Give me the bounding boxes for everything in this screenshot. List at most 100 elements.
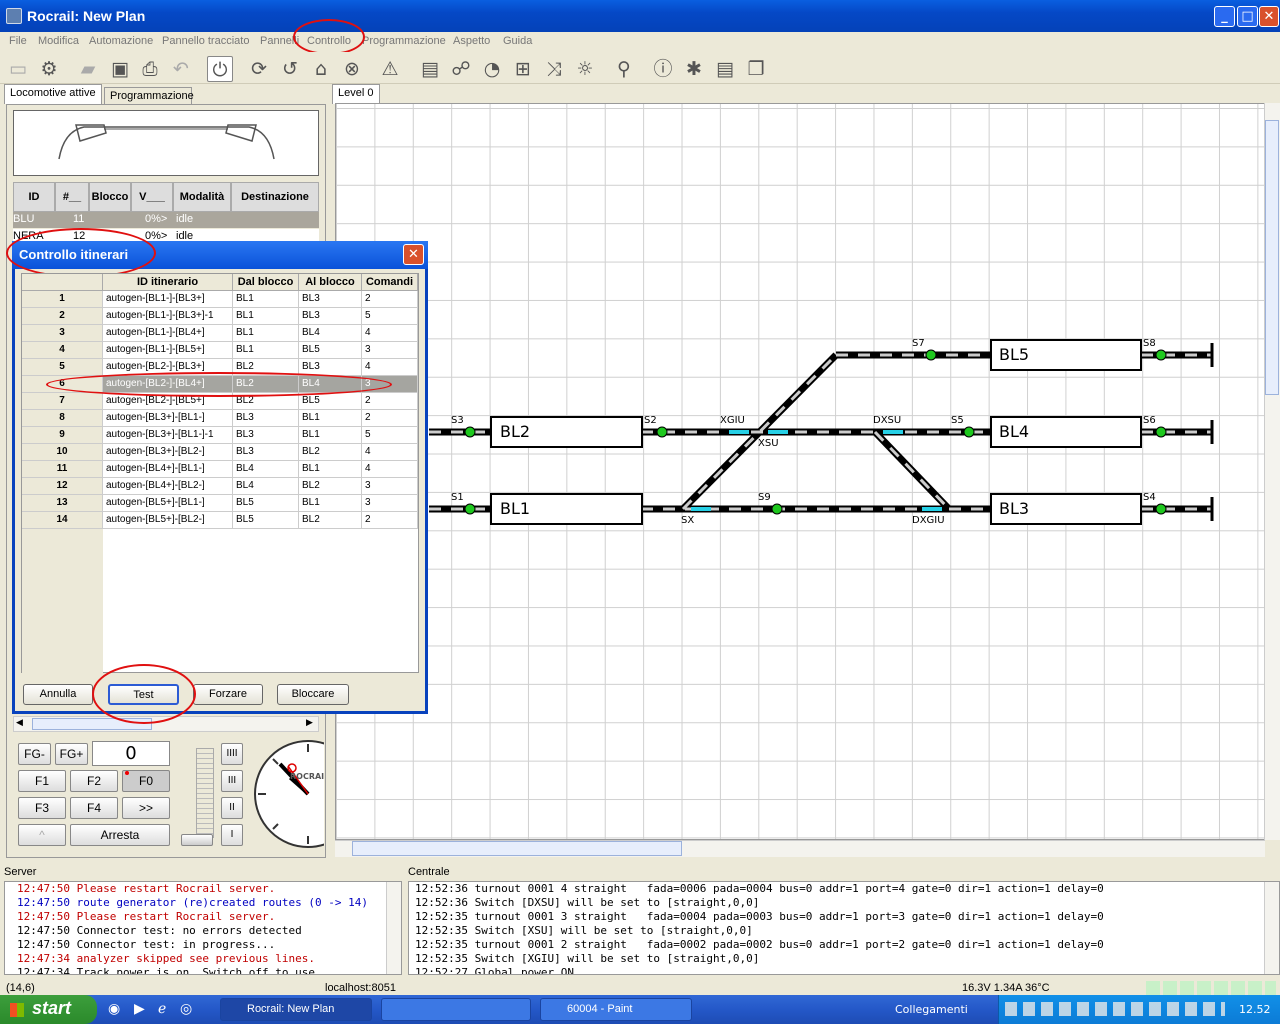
route-row[interactable]: 4 autogen-[BL1-]-[BL5+] BL1 BL5 3: [22, 342, 418, 359]
fg-minus-button[interactable]: FG-: [18, 743, 51, 765]
tray-icons[interactable]: [1005, 1002, 1225, 1016]
menu-pannello-tracciato[interactable]: Pannello tracciato: [162, 35, 249, 47]
route-row[interactable]: 2 autogen-[BL1-]-[BL3+]-1 BL1 BL3 5: [22, 308, 418, 325]
handle-icon[interactable]: ☍: [448, 56, 474, 82]
col-velocita[interactable]: V___: [131, 182, 173, 212]
signal-s4[interactable]: S4: [1143, 492, 1156, 503]
col-from-block[interactable]: Dal blocco: [233, 274, 299, 291]
signal-s1[interactable]: S1: [451, 492, 464, 503]
canvas-vscroll-thumb[interactable]: [1265, 120, 1279, 395]
f1-button[interactable]: F1: [18, 770, 66, 792]
zoom-icon[interactable]: ⚲: [611, 56, 637, 82]
route-row[interactable]: 9 autogen-[BL3+]-[BL1-]-1 BL3 BL1 5: [22, 427, 418, 444]
maximize-button[interactable]: □: [1237, 6, 1258, 27]
settings-icon[interactable]: ⚙: [36, 56, 62, 82]
block-bl1[interactable]: BL1: [500, 499, 530, 518]
signal-s6[interactable]: S6: [1143, 415, 1156, 426]
col-modalita[interactable]: Modalità: [173, 182, 231, 212]
f2-button[interactable]: F2: [70, 770, 118, 792]
col-blocco[interactable]: Blocco: [89, 182, 131, 212]
pages-icon[interactable]: ❐: [743, 56, 769, 82]
sync-icon[interactable]: ⟳: [246, 56, 272, 82]
track-plan-canvas[interactable]: BL2 BL1 BL5 BL4 BL3 S3 S2 S1 S7 S8 S5 S6…: [335, 103, 1265, 840]
central-log-scrollbar[interactable]: [1264, 882, 1279, 974]
close-button[interactable]: ✕: [1259, 6, 1279, 27]
speed-slider-thumb[interactable]: [181, 834, 213, 846]
start-button[interactable]: start: [0, 995, 97, 1024]
home-icon[interactable]: ⌂: [308, 56, 334, 82]
menu-file[interactable]: File: [9, 35, 27, 47]
bug-icon[interactable]: ✱: [681, 56, 707, 82]
route-row[interactable]: 8 autogen-[BL3+]-[BL1-] BL3 BL1 2: [22, 410, 418, 427]
block-bl4[interactable]: BL4: [999, 422, 1029, 441]
document-icon[interactable]: ▤: [712, 56, 738, 82]
route-row[interactable]: 12 autogen-[BL4+]-[BL2-] BL4 BL2 3: [22, 478, 418, 495]
switch-sx[interactable]: SX: [681, 515, 694, 526]
col-route-id[interactable]: ID itinerario: [103, 274, 233, 291]
route-row[interactable]: 13 autogen-[BL5+]-[BL1-] BL5 BL1 3: [22, 495, 418, 512]
menu-programmazione[interactable]: Programmazione: [362, 35, 446, 47]
col-id[interactable]: ID: [13, 182, 55, 212]
menu-modifica[interactable]: Modifica: [38, 35, 79, 47]
menu-aspetto[interactable]: Aspetto: [453, 35, 490, 47]
media-quicklaunch-icon[interactable]: ▶: [134, 1001, 145, 1017]
layout-icon[interactable]: ⊞: [510, 56, 536, 82]
shuffle-icon[interactable]: ⤨: [541, 56, 567, 82]
tab-locomotive-attive[interactable]: Locomotive attive: [4, 84, 102, 104]
rotate-icon[interactable]: ↺: [277, 56, 303, 82]
col-destinazione[interactable]: Destinazione: [231, 182, 319, 212]
light-icon[interactable]: ☼: [572, 56, 598, 82]
dialog-close-button[interactable]: ✕: [403, 244, 424, 265]
power-icon[interactable]: ⏻: [207, 56, 233, 82]
menu-automazione[interactable]: Automazione: [89, 35, 153, 47]
print-icon[interactable]: ⎙: [137, 56, 163, 82]
col-number[interactable]: #__: [55, 182, 89, 212]
block-bl3[interactable]: BL3: [999, 499, 1029, 518]
server-log[interactable]: 12:47:50 Please restart Rocrail server. 1…: [4, 881, 402, 975]
route-row[interactable]: 11 autogen-[BL4+]-[BL1-] BL4 BL1 4: [22, 461, 418, 478]
step-4-button[interactable]: IIII: [221, 743, 243, 765]
f0-button[interactable]: F0: [122, 770, 170, 792]
ie-quicklaunch-icon[interactable]: ◉: [108, 1001, 120, 1017]
route-row[interactable]: 3 autogen-[BL1-]-[BL4+] BL1 BL4 4: [22, 325, 418, 342]
route-row[interactable]: 1 autogen-[BL1-]-[BL3+] BL1 BL3 2: [22, 291, 418, 308]
f3-button[interactable]: F3: [18, 797, 66, 819]
info-icon[interactable]: ⓘ: [650, 56, 676, 82]
undo-icon[interactable]: ↶: [168, 56, 194, 82]
direction-button[interactable]: ^: [18, 824, 66, 846]
stop-button[interactable]: Arresta: [70, 824, 170, 846]
switch-dxsu[interactable]: DXSU: [873, 415, 901, 426]
stop-circle-icon[interactable]: ⊗: [339, 56, 365, 82]
task-paint[interactable]: 60004 - Paint: [540, 998, 692, 1021]
menu-guida[interactable]: Guida: [503, 35, 532, 47]
open-folder-icon[interactable]: ▰: [75, 56, 101, 82]
signal-s9[interactable]: S9: [758, 492, 771, 503]
signal-s7[interactable]: S7: [912, 338, 925, 349]
task-rocrail[interactable]: Rocrail: New Plan: [220, 998, 372, 1021]
train-icon[interactable]: ▤: [417, 56, 443, 82]
connect-icon[interactable]: ▭: [5, 56, 31, 82]
route-row[interactable]: 10 autogen-[BL3+]-[BL2-] BL3 BL2 4: [22, 444, 418, 461]
server-log-scrollbar[interactable]: [386, 882, 401, 974]
task-console[interactable]: [381, 998, 531, 1021]
block-bl2[interactable]: BL2: [500, 422, 530, 441]
fg-plus-button[interactable]: FG+: [55, 743, 88, 765]
signal-s5[interactable]: S5: [951, 415, 964, 426]
save-icon[interactable]: ▣: [107, 56, 133, 82]
tab-level-0[interactable]: Level 0: [332, 84, 380, 104]
loco-row[interactable]: BLU 11 0%> idle: [13, 212, 319, 228]
f4-button[interactable]: F4: [70, 797, 118, 819]
step-3-button[interactable]: III: [221, 770, 243, 792]
signal-s8[interactable]: S8: [1143, 338, 1156, 349]
speed-slider[interactable]: [196, 748, 214, 838]
cancel-button[interactable]: Annulla: [23, 684, 93, 705]
signal-s3[interactable]: S3: [451, 415, 464, 426]
warning-icon[interactable]: ⚠: [377, 56, 403, 82]
switch-xgiu[interactable]: XGIU: [720, 415, 745, 426]
switch-dxgiu[interactable]: DXGIU: [912, 515, 945, 526]
route-row[interactable]: 14 autogen-[BL5+]-[BL2-] BL5 BL2 2: [22, 512, 418, 529]
force-button[interactable]: Forzare: [193, 684, 263, 705]
step-1-button[interactable]: I: [221, 824, 243, 846]
links-toolbar[interactable]: Collegamenti: [895, 1003, 968, 1016]
tab-programmazione[interactable]: Programmazione: [104, 87, 194, 104]
